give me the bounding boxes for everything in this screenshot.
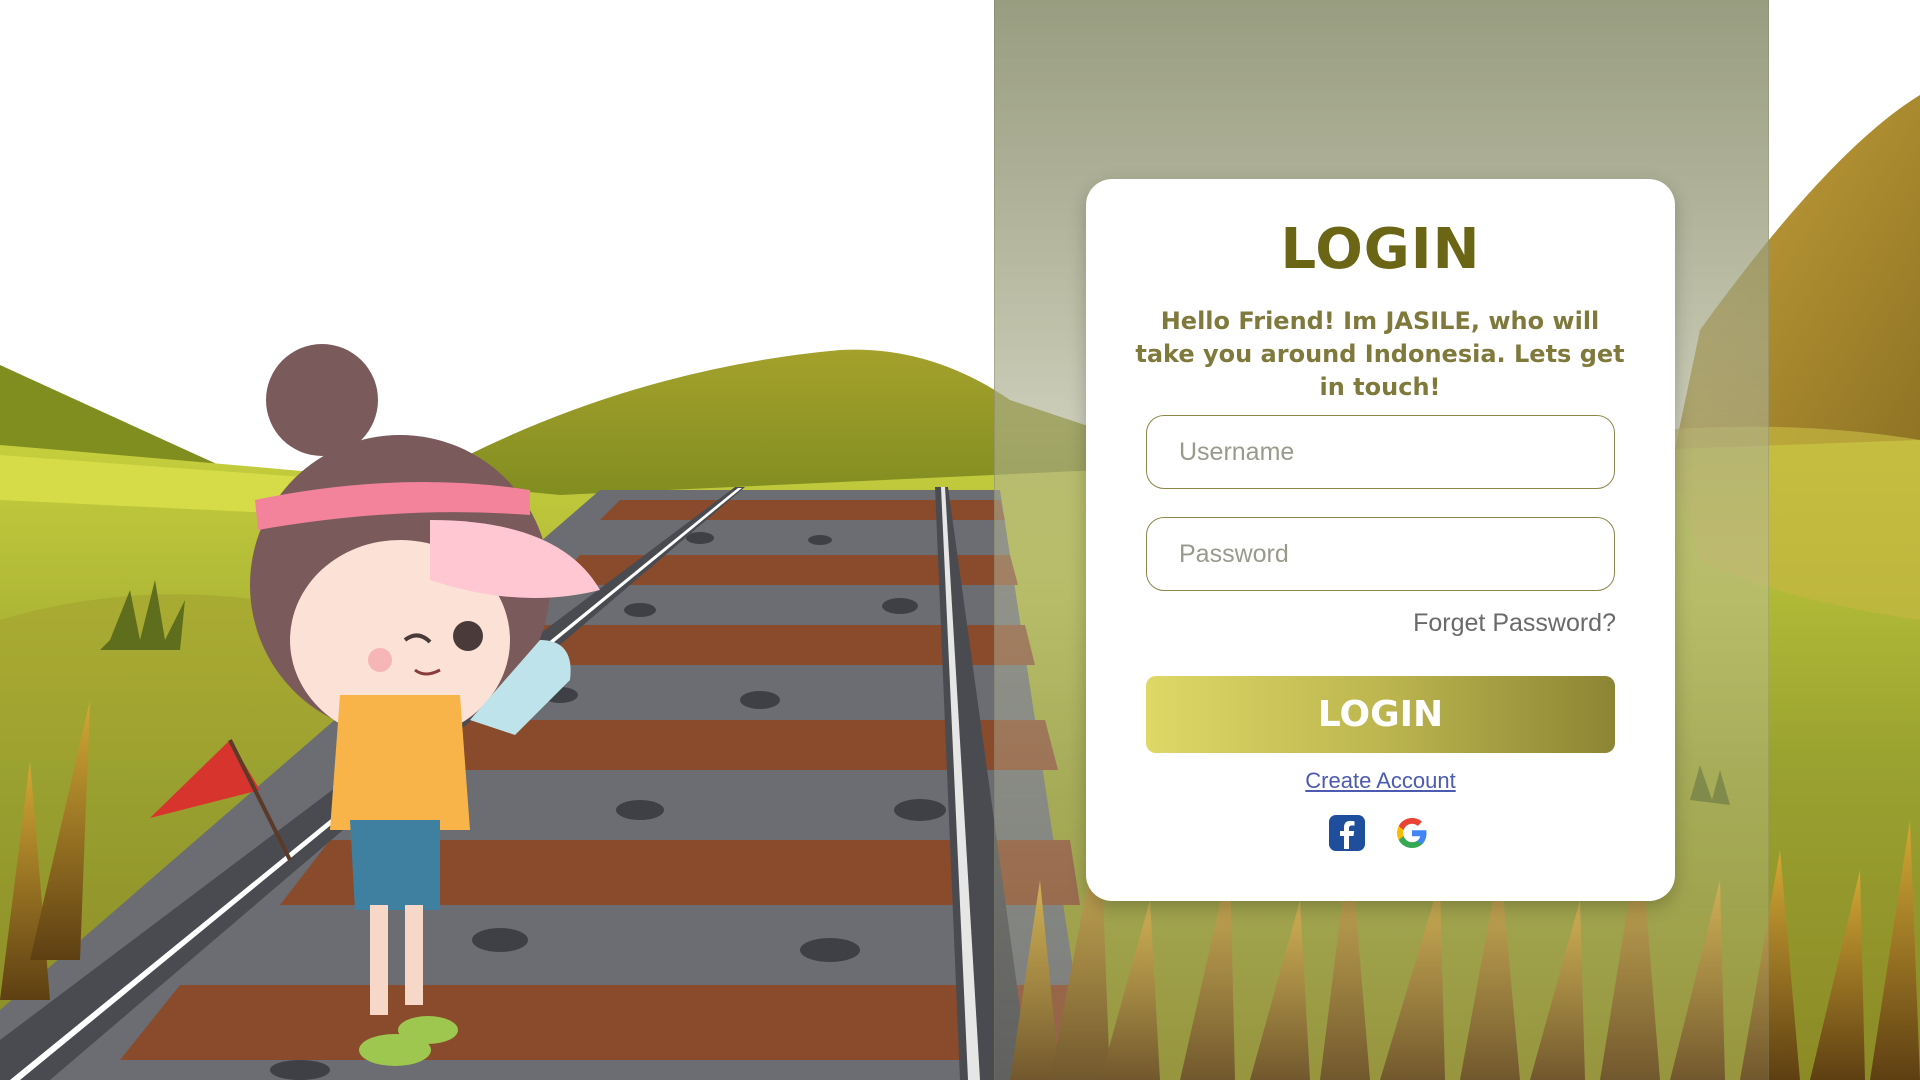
password-field[interactable] — [1146, 517, 1615, 591]
greeting-text: Hello Friend! Im JASILE, who will take y… — [1135, 307, 1625, 401]
google-icon[interactable] — [1392, 813, 1432, 853]
facebook-icon[interactable] — [1327, 813, 1367, 853]
password-input[interactable] — [1179, 518, 1614, 591]
create-account-link[interactable]: Create Account — [1305, 768, 1455, 793]
username-input[interactable] — [1179, 416, 1614, 489]
username-field[interactable] — [1146, 415, 1615, 489]
login-title: LOGIN — [1280, 217, 1481, 282]
login-card: LOGIN Hello Friend! Im JASILE, who will … — [1086, 179, 1675, 901]
create-account-row: Create Account — [1086, 768, 1675, 794]
forgot-password-link[interactable]: Forget Password? — [1413, 609, 1616, 638]
login-button[interactable]: LOGIN — [1146, 676, 1615, 753]
